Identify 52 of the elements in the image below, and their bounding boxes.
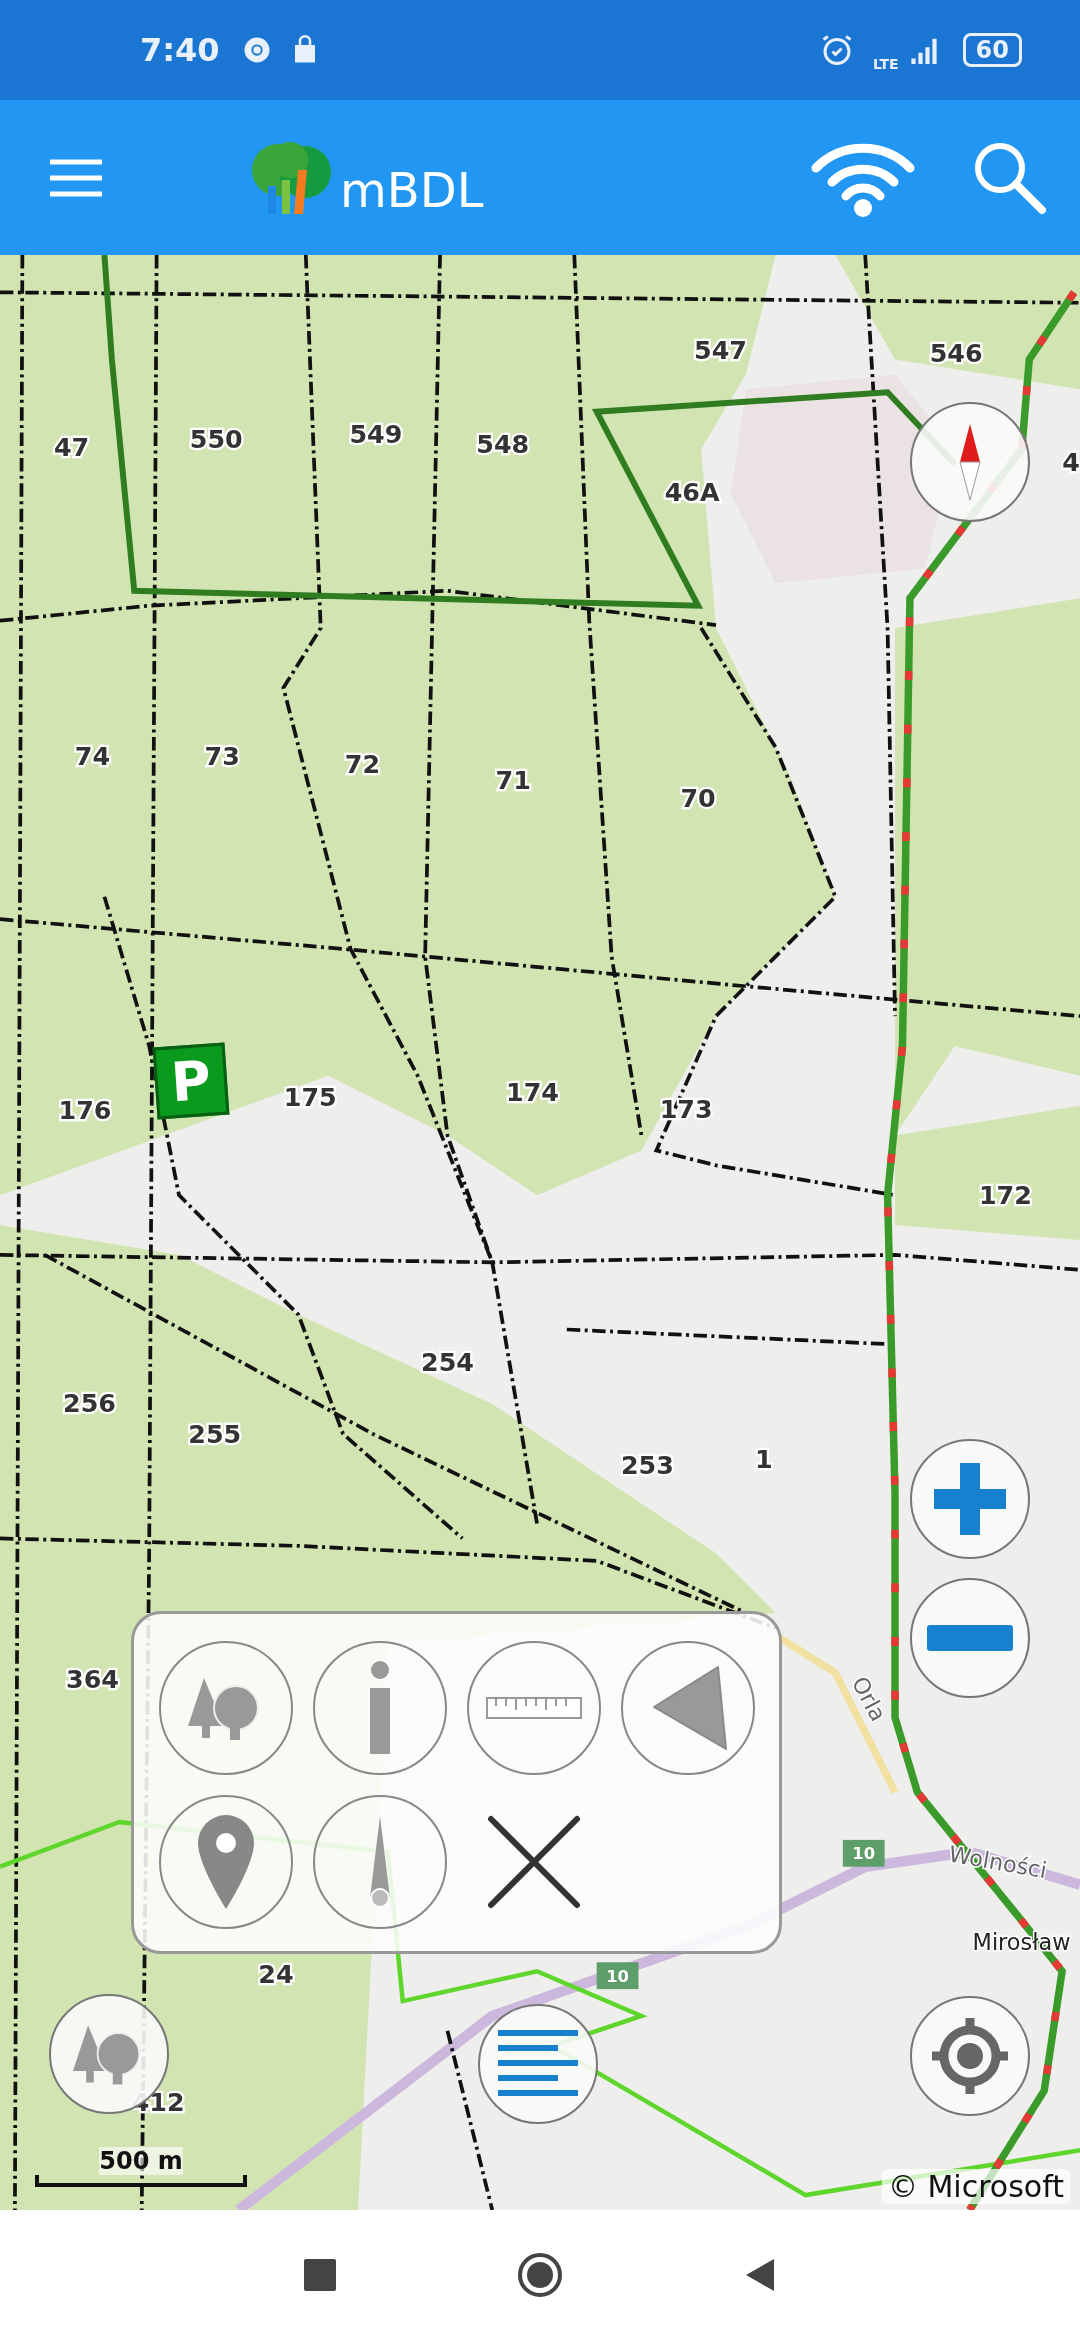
- compartment-number: 24: [258, 1959, 294, 1990]
- menu-icon[interactable]: [50, 157, 102, 198]
- compartment-number: 550: [189, 423, 243, 454]
- route-number: 10: [852, 1844, 876, 1864]
- compartment-number: 4: [1062, 447, 1080, 478]
- location-pin-button[interactable]: [159, 1795, 293, 1929]
- compartment-number: 549: [349, 419, 403, 450]
- compartment-number: 175: [283, 1081, 337, 1112]
- compartment-number: 46A: [664, 477, 720, 508]
- compartment-number: 1: [754, 1444, 773, 1475]
- compartment-number: 364: [66, 1663, 119, 1694]
- target-icon: [930, 2016, 1010, 2096]
- minus-icon: [927, 1625, 1013, 1651]
- clock-time: 7:40: [140, 31, 220, 69]
- compartment-number: 176: [58, 1095, 112, 1126]
- network-type: LTE: [872, 56, 899, 72]
- measure-distance-button[interactable]: [467, 1641, 601, 1775]
- compartment-number: 547: [694, 335, 747, 366]
- street-name: Orla: [846, 1672, 892, 1726]
- battery-level: 60: [962, 33, 1022, 67]
- compartment-number: 172: [978, 1180, 1032, 1211]
- compartment-number: 71: [495, 765, 531, 796]
- home-icon[interactable]: [516, 2251, 564, 2299]
- compartment-number: 72: [344, 748, 381, 779]
- info-button[interactable]: [313, 1641, 447, 1775]
- compartment-number: 255: [188, 1418, 242, 1449]
- compartment-number: 174: [506, 1077, 559, 1108]
- forest-layer-button[interactable]: [159, 1641, 293, 1775]
- ruler-icon: [486, 1697, 582, 1719]
- route-shield: [596, 1962, 639, 1990]
- close-icon: [487, 1815, 581, 1909]
- route-number: 10: [606, 1966, 629, 1986]
- street-name: Wolności: [946, 1840, 1049, 1884]
- back-icon[interactable]: [744, 2257, 776, 2293]
- compartment-number: 548: [476, 429, 530, 460]
- compartment-number: 74: [74, 741, 111, 772]
- compartment-number: 173: [659, 1093, 713, 1124]
- logo-icon: [250, 139, 334, 216]
- north-arrow-button[interactable]: [313, 1795, 447, 1929]
- list-icon: [498, 2029, 578, 2099]
- measure-area-button[interactable]: [621, 1641, 755, 1775]
- compartment-number: 256: [63, 1387, 116, 1418]
- compartment-number: 73: [204, 741, 240, 772]
- compartment-number: 253: [620, 1450, 674, 1481]
- map-pin-icon: [196, 1813, 256, 1911]
- compartment-number: 47: [53, 432, 90, 463]
- app-title: mBDL: [340, 161, 484, 218]
- map-attribution: © Microsoft: [881, 2169, 1070, 2204]
- compartment-number: 70: [680, 783, 716, 814]
- compartment-number: 254: [421, 1347, 474, 1378]
- scale-label: 500 m: [99, 2147, 183, 2175]
- compartment-number: 546: [929, 338, 983, 369]
